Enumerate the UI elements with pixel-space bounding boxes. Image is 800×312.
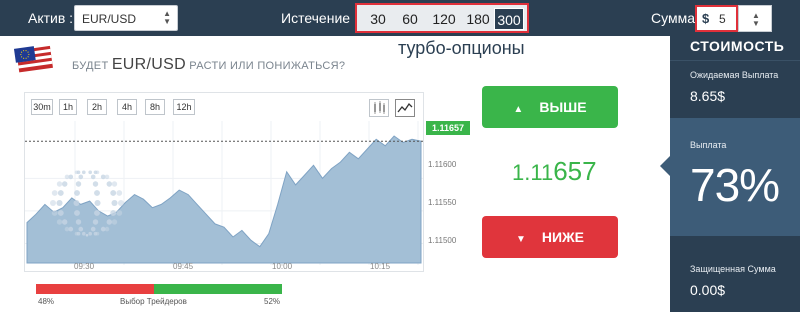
y-tick: 1.11550 bbox=[428, 198, 457, 207]
y-tick: 1.11600 bbox=[428, 160, 457, 169]
asset-value: EUR/USD bbox=[82, 12, 137, 26]
question-suffix: РАСТИ ИЛИ ПОНИЖАТЬСЯ? bbox=[189, 60, 346, 72]
price-suffix: 657 bbox=[553, 156, 597, 186]
amount-value: 5 bbox=[719, 12, 726, 26]
question-pair: EUR/USD bbox=[111, 56, 186, 73]
x-tick: 10:15 bbox=[370, 262, 391, 271]
price-chart[interactable]: 30m 1h 2h 4h 8h 12h bbox=[24, 92, 424, 272]
select-arrows-icon: ▲ ▼ bbox=[163, 9, 171, 26]
traders-title: Выбор Трейдеров bbox=[120, 297, 187, 306]
price-area-series bbox=[26, 135, 422, 264]
amount-field[interactable]: $ 5 bbox=[695, 5, 738, 32]
down-triangle-icon: ▼ bbox=[515, 234, 526, 245]
eur-usd-flag-icon bbox=[14, 45, 53, 73]
traders-down-percent: 48% bbox=[38, 297, 55, 306]
traders-sentiment-bar bbox=[36, 284, 282, 294]
put-button-label: НИЖЕ bbox=[541, 229, 585, 245]
expiry-option-180[interactable]: 180 bbox=[463, 8, 493, 30]
traders-up-fill bbox=[154, 284, 282, 294]
expiry-selector: 30 60 120 180 300 bbox=[355, 3, 529, 33]
dollar-sign: $ bbox=[702, 11, 710, 26]
x-tick: 10:00 bbox=[272, 262, 293, 271]
expiry-option-300[interactable]: 300 bbox=[494, 8, 524, 30]
expected-payout-value: 8.65$ bbox=[690, 88, 726, 104]
call-button-label: ВЫШЕ bbox=[539, 99, 587, 115]
expiry-label: Истечение : bbox=[281, 10, 358, 26]
price-prefix: 1.11 bbox=[512, 160, 554, 185]
divider bbox=[670, 60, 800, 61]
asset-label: Актив : bbox=[28, 10, 74, 26]
put-button[interactable]: ▼ НИЖЕ bbox=[482, 216, 618, 258]
protected-amount-label: Защищенная Сумма bbox=[690, 264, 776, 274]
payout-label: Выплата bbox=[690, 140, 727, 150]
x-tick: 09:30 bbox=[74, 262, 95, 271]
x-tick: 09:45 bbox=[173, 262, 194, 271]
expiry-option-60[interactable]: 60 bbox=[395, 8, 425, 30]
traders-up-percent: 52% bbox=[264, 297, 281, 306]
question-prefix: БУДЕТ bbox=[72, 60, 109, 72]
payout-percent: 73% bbox=[690, 159, 780, 211]
stepper-arrows-icon: ▲ ▼ bbox=[752, 11, 760, 28]
top-bar: Актив : EUR/USD ▲ ▼ Истечение : 30 60 120… bbox=[0, 0, 800, 36]
expiry-option-120[interactable]: 120 bbox=[427, 8, 461, 30]
current-price-display: 1.11657 bbox=[512, 156, 597, 187]
up-triangle-icon: ▲ bbox=[513, 104, 524, 115]
expiry-option-30[interactable]: 30 bbox=[363, 8, 393, 30]
expected-payout-label: Ожидаемая Выплата bbox=[690, 70, 779, 80]
trading-app: Актив : EUR/USD ▲ ▼ Истечение : 30 60 120… bbox=[0, 0, 800, 312]
chart-canvas bbox=[25, 121, 423, 265]
payout-panel: СТОИМОСТЬ Ожидаемая Выплата 8.65$ Выплат… bbox=[660, 36, 800, 312]
current-price-tag: 1.11657 bbox=[426, 121, 470, 135]
panel-title: СТОИМОСТЬ bbox=[690, 38, 785, 54]
traders-down-fill bbox=[36, 284, 155, 294]
turbo-options-annotation: турбо-опционы bbox=[398, 38, 525, 58]
call-button[interactable]: ▲ ВЫШЕ bbox=[482, 86, 618, 128]
asset-select[interactable]: EUR/USD ▲ ▼ bbox=[74, 5, 178, 31]
payout-pointer bbox=[660, 156, 670, 176]
y-tick: 1.11500 bbox=[428, 236, 457, 245]
amount-stepper[interactable]: ▲ ▼ bbox=[738, 5, 772, 32]
protected-amount-value: 0.00$ bbox=[690, 282, 726, 298]
amount-label: Сумма bbox=[651, 10, 695, 26]
question-text: БУДЕТ EUR/USD РАСТИ ИЛИ ПОНИЖАТЬСЯ? bbox=[72, 56, 345, 74]
